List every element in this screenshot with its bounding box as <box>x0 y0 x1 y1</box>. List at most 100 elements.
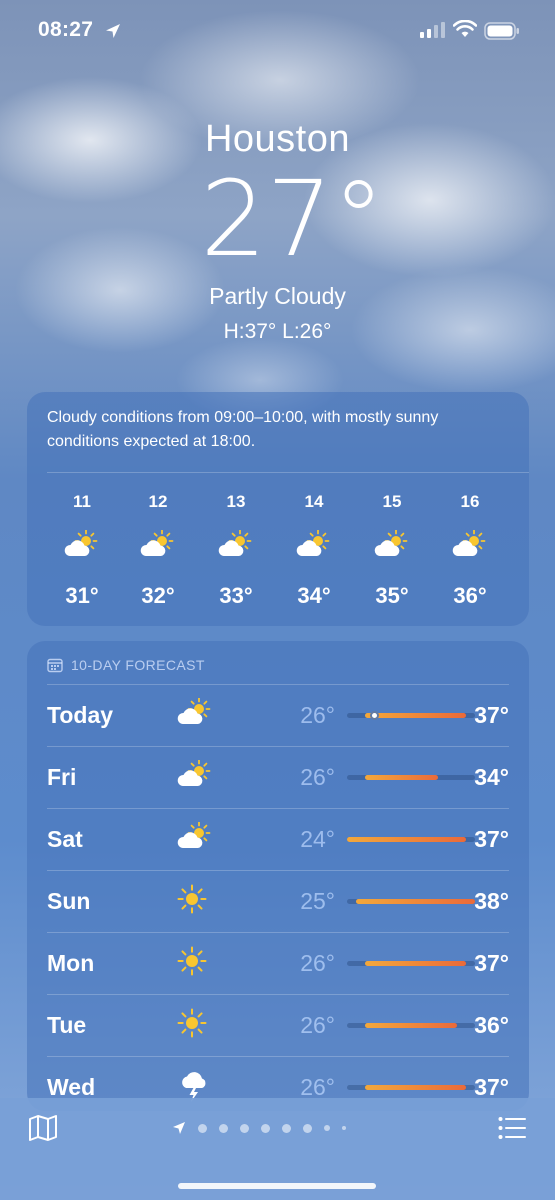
temperature-range-fill <box>356 899 475 904</box>
hour-label: 12 <box>148 492 168 511</box>
forecast-day: Wed <box>47 1074 96 1100</box>
partly-cloudy-icon <box>296 529 330 556</box>
forecast-day: Today <box>47 702 114 728</box>
forecast-high: 36° <box>474 1012 509 1038</box>
temperature-range-fill <box>365 961 466 966</box>
current-location-icon <box>173 1122 185 1134</box>
status-bar: 08:27 <box>0 0 555 64</box>
calendar-icon <box>47 658 63 673</box>
partly-cloudy-icon <box>218 529 252 556</box>
hourly-forecast-card[interactable]: Cloudy conditions from 09:00–10:00, with… <box>27 392 529 626</box>
forecast-low: 26° <box>300 1074 335 1100</box>
forecast-low: 26° <box>300 702 335 728</box>
hour-icon <box>140 529 176 565</box>
forecast-high: 37° <box>474 826 509 852</box>
forecast-day: Fri <box>47 764 77 790</box>
temperature-range-bar <box>347 1085 475 1090</box>
temperature-range-fill <box>365 1085 466 1090</box>
forecast-title-text: 10-DAY FORECAST <box>71 657 205 673</box>
row-divider <box>47 808 509 809</box>
forecast-row[interactable]: Fri 26° 34° <box>47 746 509 808</box>
hour-label: 13 <box>226 492 246 511</box>
hourly-list[interactable]: 11 31° 12 32° 13 33° 14 34° 15 35° 16 36… <box>27 492 529 612</box>
hour-label: 11 <box>73 492 91 511</box>
city-name: Houston <box>204 118 351 160</box>
hour-label: 15 <box>382 492 402 511</box>
forecast-icon <box>177 759 213 795</box>
forecast-icon <box>177 1008 207 1043</box>
page-dot <box>282 1123 291 1133</box>
list-icon[interactable] <box>498 1116 526 1140</box>
page-indicator[interactable] <box>172 1120 346 1136</box>
status-time: 08:27 <box>38 18 94 41</box>
hour-temperature: 31° <box>65 583 99 608</box>
sun-icon <box>177 884 207 914</box>
sun-icon <box>177 1008 207 1038</box>
forecast-row[interactable]: Tue 26° 36° <box>47 994 509 1056</box>
hour-label: 16 <box>460 492 480 511</box>
hour-icon <box>452 529 488 565</box>
forecast-high: 34° <box>474 764 509 790</box>
cellular-signal-icon <box>420 22 445 38</box>
forecast-row[interactable]: Today 26° 37° <box>47 684 509 746</box>
page-dot <box>198 1123 207 1133</box>
row-divider <box>47 746 509 747</box>
forecast-row[interactable]: Sun 25° 38° <box>47 870 509 932</box>
temperature-range-bar <box>347 1023 475 1028</box>
forecast-high: 37° <box>474 1074 509 1100</box>
hour-item: 13 33° <box>201 492 271 609</box>
hour-item: 16 36° <box>435 492 505 609</box>
map-icon[interactable] <box>28 1114 58 1142</box>
row-divider <box>47 994 509 995</box>
page-dot <box>240 1123 249 1133</box>
row-divider <box>47 684 509 685</box>
forecast-summary: Cloudy conditions from 09:00–10:00, with… <box>47 409 439 450</box>
row-divider <box>47 1056 509 1057</box>
forecast-day: Tue <box>47 1012 87 1038</box>
hour-temperature: 32° <box>141 583 175 608</box>
temperature-range-fill <box>365 1023 457 1028</box>
location-arrow-icon <box>106 24 120 38</box>
temperature-range-bar <box>347 711 475 720</box>
temperature-range-bar <box>347 837 475 842</box>
temperature-range-fill <box>347 837 466 842</box>
forecast-high: 37° <box>474 950 509 976</box>
hour-item: 15 35° <box>357 492 427 609</box>
partly-cloudy-icon <box>64 529 98 556</box>
forecast-day: Mon <box>47 950 95 976</box>
temperature-range-bar <box>347 775 475 780</box>
partly-cloudy-icon <box>452 529 486 556</box>
wifi-icon <box>453 20 477 37</box>
forecast-high: 37° <box>474 702 509 728</box>
home-indicator[interactable] <box>178 1183 376 1189</box>
forecast-low: 26° <box>300 1012 335 1038</box>
high-low-text: H:37° L:26° <box>223 320 332 343</box>
hour-temperature: 36° <box>453 583 487 608</box>
current-weather: Houston 27° Partly Cloudy H:37° L:26° <box>0 118 555 344</box>
page-dot <box>342 1126 346 1130</box>
hour-item: 14 34° <box>279 492 349 609</box>
hour-label: 14 <box>304 492 324 511</box>
hour-temperature: 34° <box>297 583 331 608</box>
hour-item: 11 31° <box>47 492 117 609</box>
row-divider <box>47 870 509 871</box>
forecast-low: 25° <box>300 888 335 914</box>
hour-icon <box>296 529 332 565</box>
partly-cloudy-icon <box>177 821 211 848</box>
partly-cloudy-icon <box>177 759 211 786</box>
forecast-icon <box>177 884 207 919</box>
hour-temperature: 33° <box>219 583 253 608</box>
forecast-row[interactable]: Sat 24° 37° <box>47 808 509 870</box>
ten-day-forecast-card[interactable]: 10-DAY FORECAST Today 26° 37° Fri 26° 34… <box>27 641 529 1111</box>
row-divider <box>47 932 509 933</box>
hour-item: 12 32° <box>123 492 193 609</box>
forecast-low: 24° <box>300 826 335 852</box>
hour-icon <box>218 529 254 565</box>
temperature-range-fill <box>365 775 439 780</box>
forecast-row[interactable]: Mon 26° 37° <box>47 932 509 994</box>
battery-icon <box>484 22 519 40</box>
current-temp-dot <box>369 711 379 720</box>
temperature-range-bar <box>347 899 475 904</box>
temperature-range-bar <box>347 961 475 966</box>
hour-icon <box>64 529 100 565</box>
